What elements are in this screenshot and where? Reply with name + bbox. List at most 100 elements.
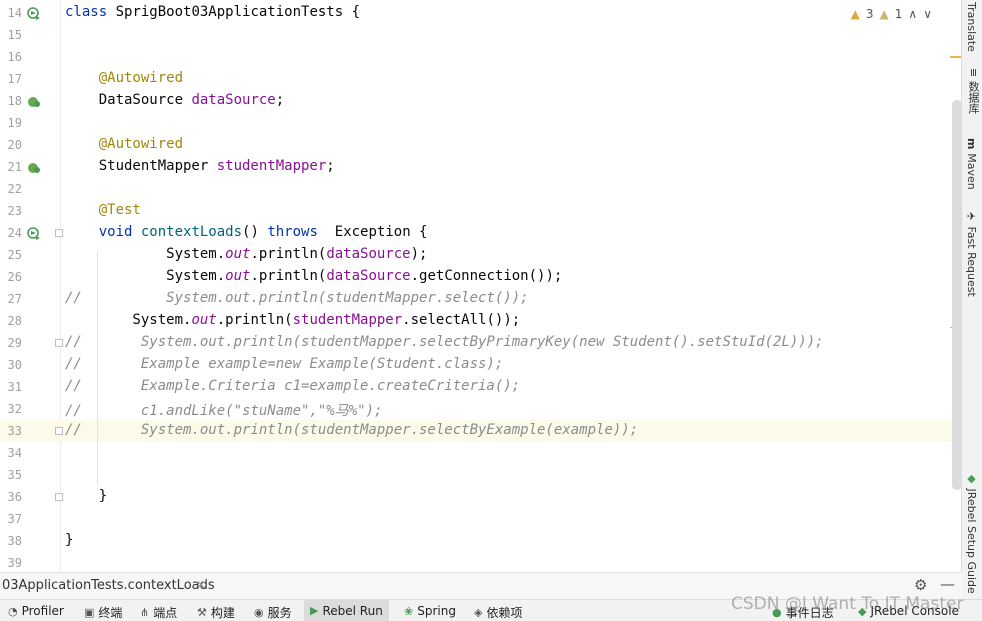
jrebel-setup-guide-tab[interactable]: ◆ JRebel Setup Guide bbox=[965, 472, 978, 594]
code-line[interactable]: 26 System.out.println(dataSource.getConn… bbox=[0, 266, 962, 288]
code-line[interactable]: 36 } bbox=[0, 486, 962, 508]
line-number[interactable]: 25 bbox=[0, 248, 22, 262]
code-line[interactable]: 33 // System.out.println(studentMapper.se… bbox=[0, 420, 962, 442]
code-line[interactable]: 16 bbox=[0, 46, 962, 68]
line-number[interactable]: 20 bbox=[0, 138, 22, 152]
line-number[interactable]: 14 bbox=[0, 6, 22, 20]
code-text: DataSource dataSource; bbox=[65, 92, 285, 108]
line-number[interactable]: 16 bbox=[0, 50, 22, 64]
code-line[interactable]: 23 @Test bbox=[0, 200, 962, 222]
maven-tab[interactable]: m Maven bbox=[965, 138, 978, 190]
code-line[interactable]: 19 bbox=[0, 112, 962, 134]
code-line[interactable]: 22 bbox=[0, 178, 962, 200]
run-test-icon[interactable] bbox=[27, 226, 41, 240]
tool-window-label: 终端 bbox=[98, 606, 123, 620]
previous-highlight-icon[interactable]: ∧ bbox=[908, 7, 917, 21]
code-line[interactable]: 20 @Autowired bbox=[0, 134, 962, 156]
code-line[interactable]: 28 System.out.println(studentMapper.sele… bbox=[0, 310, 962, 332]
fold-marker-icon[interactable] bbox=[55, 427, 63, 435]
code-text: System.out.println(dataSource.getConnect… bbox=[65, 268, 563, 284]
code-line[interactable]: 15 bbox=[0, 24, 962, 46]
fast-request-tab[interactable]: ✈ Fast Request bbox=[965, 210, 978, 297]
endpoints-icon: ⋔ bbox=[140, 606, 150, 619]
line-number[interactable]: 24 bbox=[0, 226, 22, 240]
line-number[interactable]: 15 bbox=[0, 28, 22, 42]
code-line[interactable]: 38} bbox=[0, 530, 962, 552]
line-number[interactable]: 35 bbox=[0, 468, 22, 482]
line-number[interactable]: 28 bbox=[0, 314, 22, 328]
code-text: // c1.andLike("stuName","%马%"); bbox=[65, 403, 383, 419]
right-tool-strip: Translate ≡ 数据库 m Maven ✈ Fast Request ◆… bbox=[961, 0, 982, 600]
spring-icon: ❀ bbox=[404, 604, 414, 618]
gear-icon[interactable]: ⚙ bbox=[914, 576, 927, 594]
tool-window-dependencies[interactable]: ◈ 依赖项 bbox=[474, 604, 522, 621]
code-line[interactable]: 18 DataSource dataSource; bbox=[0, 90, 962, 112]
code-line[interactable]: 37 bbox=[0, 508, 962, 530]
dependencies-icon: ◈ bbox=[474, 606, 483, 619]
run-test-icon[interactable] bbox=[27, 6, 41, 20]
tool-window-terminal[interactable]: ▣ 终端 bbox=[84, 604, 122, 621]
tool-window-label: Spring bbox=[417, 604, 456, 618]
line-number[interactable]: 37 bbox=[0, 512, 22, 526]
code-line[interactable]: 31 // Example.Criteria c1=example.createC… bbox=[0, 376, 962, 398]
tool-window-label: 端点 bbox=[153, 606, 178, 620]
fold-marker-icon[interactable] bbox=[55, 229, 63, 237]
line-number[interactable]: 23 bbox=[0, 204, 22, 218]
tool-window-services[interactable]: ◉ 服务 bbox=[254, 604, 292, 621]
spring-bean-icon[interactable] bbox=[27, 94, 41, 108]
code-line[interactable]: 39 bbox=[0, 552, 962, 572]
line-number[interactable]: 33 bbox=[0, 424, 22, 438]
line-number[interactable]: 17 bbox=[0, 72, 22, 86]
database-tab[interactable]: ≡ 数据库 bbox=[965, 68, 981, 114]
code-line[interactable]: 34 bbox=[0, 442, 962, 464]
close-icon[interactable]: ✕ bbox=[196, 578, 206, 592]
fold-marker-icon[interactable] bbox=[55, 339, 63, 347]
code-line[interactable]: 35 bbox=[0, 464, 962, 486]
inspection-widget[interactable]: ▲ 3 ▲ 1 ∧ ∨ bbox=[851, 6, 932, 22]
code-line[interactable]: 21 StudentMapper studentMapper; bbox=[0, 156, 962, 178]
line-number[interactable]: 18 bbox=[0, 94, 22, 108]
jrebel-setup-guide-label: JRebel Setup Guide bbox=[965, 488, 978, 594]
code-line[interactable]: 32 // c1.andLike("stuName","%马%"); bbox=[0, 398, 962, 420]
code-text: // System.out.println(studentMapper.sele… bbox=[65, 422, 639, 438]
tool-window-rebel-run[interactable]: ▶ Rebel Run bbox=[304, 600, 389, 621]
line-number[interactable]: 32 bbox=[0, 402, 22, 416]
tool-window-label: 服务 bbox=[267, 606, 292, 620]
code-text: System.out.println(dataSource); bbox=[65, 246, 428, 262]
code-line[interactable]: 24 void contextLoads() throws Exception … bbox=[0, 222, 962, 244]
weak-warning-icon: ▲ bbox=[879, 7, 889, 21]
tool-window-label: Profiler bbox=[21, 604, 64, 618]
line-number[interactable]: 38 bbox=[0, 534, 22, 548]
code-line[interactable]: 30 // Example example=new Example(Student… bbox=[0, 354, 962, 376]
translate-tab[interactable]: Translate bbox=[965, 2, 978, 52]
line-number[interactable]: 26 bbox=[0, 270, 22, 284]
tool-window-spring[interactable]: ❀ Spring bbox=[404, 604, 456, 618]
code-line[interactable]: 25 System.out.println(dataSource); bbox=[0, 244, 962, 266]
tool-window-build[interactable]: ⚒ 构建 bbox=[197, 604, 235, 621]
code-editor[interactable]: 14 class SprigBoot03ApplicationTests { 15 1… bbox=[0, 0, 962, 572]
line-number[interactable]: 30 bbox=[0, 358, 22, 372]
code-line[interactable]: 29 // System.out.println(studentMapper.se… bbox=[0, 332, 962, 354]
code-text: // Example.Criteria c1=example.createCri… bbox=[65, 378, 521, 394]
code-line[interactable]: 27 // System.out.println(studentMapper.se… bbox=[0, 288, 962, 310]
fold-marker-icon[interactable] bbox=[55, 493, 63, 501]
spring-bean-icon[interactable] bbox=[27, 160, 41, 174]
code-line[interactable]: 14 class SprigBoot03ApplicationTests { bbox=[0, 2, 962, 24]
line-number[interactable]: 27 bbox=[0, 292, 22, 306]
warning-icon: ▲ bbox=[850, 7, 860, 21]
line-number[interactable]: 39 bbox=[0, 556, 22, 570]
minimize-icon[interactable]: — bbox=[940, 575, 955, 593]
code-line[interactable]: 17 @Autowired bbox=[0, 68, 962, 90]
line-number[interactable]: 22 bbox=[0, 182, 22, 196]
tool-window-profiler[interactable]: ◔ Profiler bbox=[8, 604, 64, 618]
line-number[interactable]: 34 bbox=[0, 446, 22, 460]
line-number[interactable]: 19 bbox=[0, 116, 22, 130]
line-number[interactable]: 31 bbox=[0, 380, 22, 394]
line-number[interactable]: 36 bbox=[0, 490, 22, 504]
line-number[interactable]: 29 bbox=[0, 336, 22, 350]
tool-window-endpoints[interactable]: ⋔ 端点 bbox=[140, 604, 177, 621]
tool-window-label: 依赖项 bbox=[486, 606, 523, 620]
breadcrumb[interactable]: 03ApplicationTests.contextLoads bbox=[2, 578, 215, 593]
next-highlight-icon[interactable]: ∨ bbox=[923, 7, 932, 21]
line-number[interactable]: 21 bbox=[0, 160, 22, 174]
